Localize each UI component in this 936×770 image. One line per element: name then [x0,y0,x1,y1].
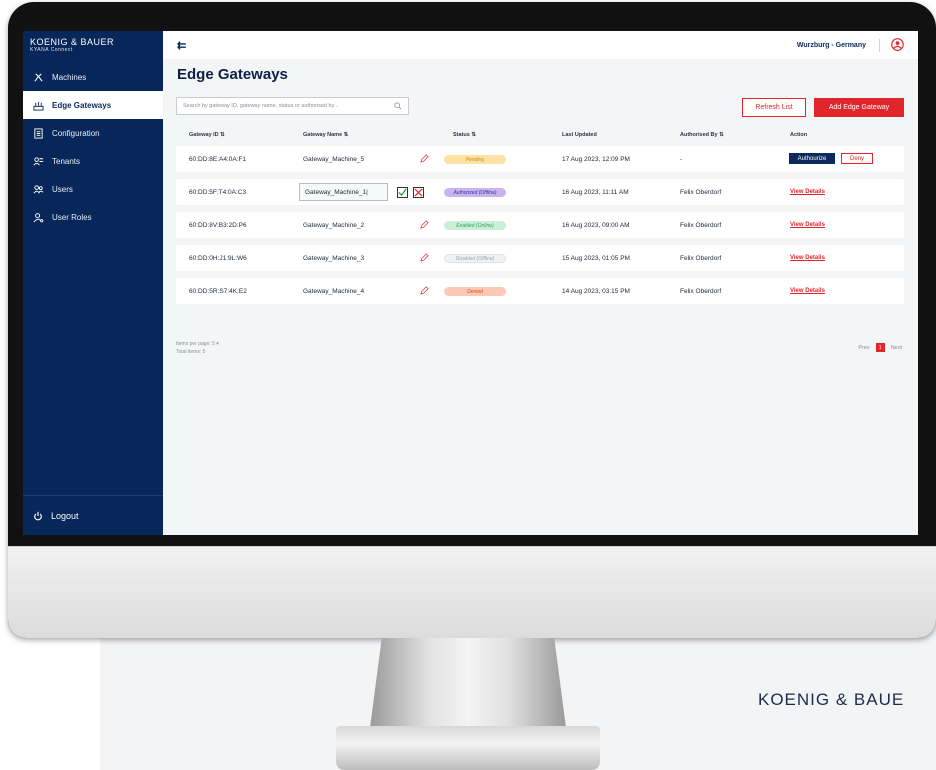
view-details-link[interactable]: View Details [790,245,825,271]
column-header-action: Action [790,132,808,138]
column-header-last-updated: Last Updated [562,132,597,138]
user-roles-icon [33,212,44,222]
close-icon [414,188,423,197]
top-bar: ⇇ Wurzburg - Germany [163,31,918,59]
gateway-id-cell: 60:DD:0H:J1:9L:W6 [189,254,247,262]
current-page-button[interactable]: 1 [875,343,885,352]
authorised-by-cell: Felix Oberdorf [680,188,722,196]
machines-icon [34,72,43,82]
status-badge: Disabled (Offline) [444,254,506,263]
search-input[interactable]: Search by gateway ID, gateway name, stat… [176,97,409,115]
gateway-name-cell: Gateway_Machine_3 [303,254,365,262]
last-updated-cell: 15 Aug 2023, 01:05 PM [562,254,630,262]
table-row: 60:DD:8V:B3:2D:P6 Gateway_Machine_2 Enab… [176,212,904,238]
menu-collapse-icon[interactable]: ⇇ [177,39,186,52]
pagination: Prev 1 Next [858,343,902,352]
monitor-stand-base [336,726,600,770]
column-header-gateway-name[interactable]: Gateway Name ⇅ [303,132,348,138]
gateway-id-cell: 60:DD:5F:T4:0A:C3 [189,188,247,196]
items-per-page-select[interactable]: Items per page: 5 ▾ [176,340,219,348]
status-badge: Pending [444,155,506,164]
gateway-name-cell: Gateway_Machine_5 [303,155,365,163]
next-page-button[interactable]: Next [891,345,902,351]
refresh-list-button[interactable]: Refresh List [742,98,806,117]
table-row: 60:DD:0H:J1:9L:W6 Gateway_Machine_3 Disa… [176,245,904,271]
last-updated-cell: 17 Aug 2023, 12:09 PM [562,155,630,163]
table-row: 60:DD:5R:S7:4K:E2 Gateway_Machine_4 Deni… [176,278,904,304]
power-icon [34,511,42,520]
gateway-name-edit-input[interactable]: Gateway_Machine_1| [299,183,388,201]
sidebar-item-label: User Roles [52,212,92,222]
edit-pencil-icon[interactable] [420,154,429,163]
deny-button[interactable]: Deny [841,153,873,164]
gateway-id-cell: 60:DD:8V:B3:2D:P6 [189,221,247,229]
gateway-icon [33,101,44,111]
configuration-icon [34,127,43,139]
user-avatar-icon[interactable] [891,38,904,51]
status-badge: Denied [444,287,506,296]
sidebar-item-user-roles[interactable]: User Roles [23,203,163,231]
sidebar-item-label: Tenants [52,156,81,166]
gateway-name-cell: Gateway_Machine_2 [303,221,365,229]
brand-name: KOENIG & BAUER [30,37,115,47]
authorised-by-cell: - [680,155,683,163]
confirm-edit-button[interactable] [397,187,408,198]
authorize-button[interactable]: Authourize [789,153,835,164]
add-edge-gateway-button[interactable]: Add Edge Gateway [814,98,904,117]
sidebar-item-configuration[interactable]: Configuration [23,119,163,147]
app-screen: KOENIG & BAUER KYANA Connect Machines Ed… [23,31,918,535]
authorised-by-cell: Felix Oberdorf [680,254,722,262]
logout-label: Logout [51,510,79,521]
sidebar-item-machines[interactable]: Machines [23,63,163,91]
edit-pencil-icon[interactable] [420,220,429,229]
view-details-link[interactable]: View Details [790,179,825,205]
last-updated-cell: 16 Aug 2023, 11:11 AM [562,188,629,196]
edit-pencil-icon[interactable] [420,253,429,262]
authorised-by-cell: Felix Oberdorf [680,287,722,295]
brand-subtitle: KYANA Connect [30,47,73,53]
sidebar-item-label: Edge Gateways [52,100,112,110]
sidebar-item-label: Machines [52,72,87,82]
gateway-name-cell: Gateway_Machine_4 [303,287,365,295]
view-details-link[interactable]: View Details [790,278,825,304]
monitor-chin [8,546,936,638]
logout-button[interactable]: Logout [23,495,163,535]
search-icon [394,102,402,110]
table-row: 60:DD:8E:A4:0A:F1 Gateway_Machine_5 Pend… [176,146,904,172]
column-header-authorised-by[interactable]: Authorised By ⇅ [680,132,724,138]
table-footer: Items per page: 5 ▾ Total items: 5 [176,340,219,356]
sidebar-item-edge-gateways[interactable]: Edge Gateways [23,91,163,119]
prev-page-button[interactable]: Prev [858,345,869,351]
status-badge: Authorized (Offline) [444,188,506,197]
search-placeholder: Search by gateway ID, gateway name, stat… [183,103,339,109]
location-label[interactable]: Wurzburg - Germany [797,42,866,49]
status-badge: Enabled (Online) [444,221,506,230]
table-row: 60:DD:5F:T4:0A:C3 Gateway_Machine_1| Aut… [176,179,904,205]
sidebar: KOENIG & BAUER KYANA Connect Machines Ed… [23,31,163,535]
last-updated-cell: 14 Aug 2023, 03:15 PM [562,287,630,295]
check-icon [398,188,407,197]
column-header-status[interactable]: Status ⇅ [453,132,476,138]
monitor-stand [370,638,566,728]
gateway-id-cell: 60:DD:8E:A4:0A:F1 [189,155,247,163]
corner-brand-logo: KOENIG & BAUE [758,690,905,709]
edit-pencil-icon[interactable] [420,286,429,295]
brand-logo: KOENIG & BAUER KYANA Connect [23,31,163,63]
users-icon [33,184,44,193]
topbar-divider [879,39,880,52]
sidebar-item-label: Configuration [52,128,100,138]
column-header-gateway-id[interactable]: Gateway ID ⇅ [189,132,225,138]
tenants-icon [33,156,44,165]
last-updated-cell: 16 Aug 2023, 09:00 AM [562,221,630,229]
gateway-id-cell: 60:DD:5R:S7:4K:E2 [189,287,247,295]
gateway-name-edit-value: Gateway_Machine_1| [305,188,368,196]
cancel-edit-button[interactable] [413,187,424,198]
sidebar-item-label: Users [52,184,73,194]
sidebar-item-users[interactable]: Users [23,175,163,203]
view-details-link[interactable]: View Details [790,212,825,238]
sidebar-item-tenants[interactable]: Tenants [23,147,163,175]
total-items-label: Total items: 5 [176,349,206,355]
page-title: Edge Gateways [177,66,288,83]
authorised-by-cell: Felix Oberdorf [680,221,722,229]
